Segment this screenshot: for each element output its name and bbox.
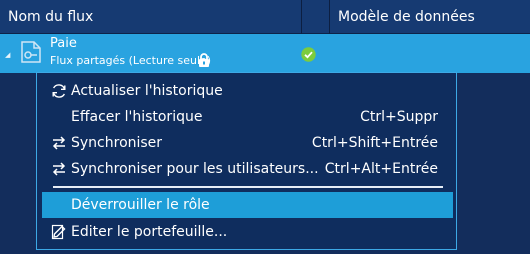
flux-document-icon <box>21 41 41 63</box>
menu-item-clear-history[interactable]: Effacer l'historique Ctrl+Suppr <box>42 104 453 130</box>
menu-item-label: Déverrouiller le rôle <box>71 197 210 213</box>
check-circle-icon <box>301 47 316 62</box>
menu-item-unlock-role[interactable]: Déverrouiller le rôle <box>42 192 453 218</box>
lock-icon <box>199 53 209 67</box>
menu-separator <box>53 186 443 188</box>
menu-item-synchronize[interactable]: Synchroniser Ctrl+Shift+Entrée <box>42 130 453 156</box>
expand-triangle-icon[interactable]: ◢ <box>5 51 10 59</box>
menu-item-shortcut: Ctrl+Shift+Entrée <box>311 135 438 151</box>
column-header-flux-name[interactable]: Nom du flux <box>8 0 93 34</box>
flux-name: Paie <box>50 36 77 51</box>
sync-arrows-icon <box>52 162 66 176</box>
menu-item-refresh-history[interactable]: Actualiser l'historique <box>42 78 453 104</box>
flux-subtitle: Flux partagés (Lecture seule) <box>50 54 212 67</box>
column-header-data-model[interactable]: Modèle de données <box>338 0 475 34</box>
menu-item-shortcut: Ctrl+Alt+Entrée <box>324 161 438 177</box>
refresh-icon <box>52 84 66 98</box>
sync-arrows-icon <box>52 136 66 150</box>
column-divider[interactable] <box>301 0 302 34</box>
column-divider[interactable] <box>329 0 330 34</box>
table-header: Nom du flux Modèle de données <box>0 0 530 34</box>
menu-item-label: Synchroniser <box>71 135 163 151</box>
menu-item-synchronize-users[interactable]: Synchroniser pour les utilisateurs... Ct… <box>42 156 453 182</box>
menu-item-shortcut: Ctrl+Suppr <box>360 109 438 125</box>
menu-item-label: Editer le portefeuille... <box>71 224 228 240</box>
menu-item-label: Effacer l'historique <box>71 109 203 125</box>
table-row-selected[interactable]: ◢ Paie Flux partagés (Lecture seule) <box>0 34 530 73</box>
menu-item-label: Synchroniser pour les utilisateurs... <box>71 161 319 177</box>
edit-pencil-icon <box>51 224 66 240</box>
context-menu: Actualiser l'historique Effacer l'histor… <box>36 72 457 250</box>
menu-item-edit-portfolio[interactable]: Editer le portefeuille... <box>42 219 453 245</box>
menu-item-label: Actualiser l'historique <box>71 83 223 99</box>
